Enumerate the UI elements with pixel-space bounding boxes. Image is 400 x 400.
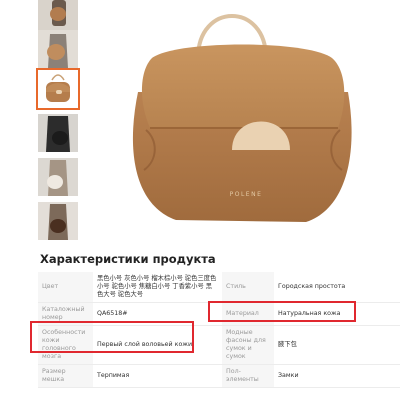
thumbnail-3-image (38, 70, 78, 108)
spec-value: Натуральная кожа (274, 302, 400, 326)
spec-row: Каталожный номер QA6518# Материал Натура… (38, 302, 400, 326)
spec-value: Замки (274, 364, 400, 388)
spec-row: Особенности кожи головного мозга Первый … (38, 325, 400, 365)
thumbnail-2-image (38, 30, 78, 68)
spec-value: Городская простота (274, 272, 400, 303)
spec-value: 黑色小号 灰色小号 榴木棕小号 驼色三度色小号 驼色小号 焦糖白小号 丁香紫小号… (93, 272, 222, 303)
spec-value: Первый слой воловьей кожи (93, 325, 222, 365)
spec-value: 腋下包 (274, 325, 400, 365)
spec-value: QA6518# (93, 302, 222, 326)
spec-key: Размер мешка (38, 364, 93, 388)
specs-title: Характеристики продукта (40, 252, 216, 266)
bag-flap (141, 44, 345, 128)
spec-key: Пол-элементы (222, 364, 274, 388)
thumbnail-4[interactable] (38, 114, 78, 152)
specs-table: Цвет 黑色小号 灰色小号 榴木棕小号 驼色三度色小号 驼色小号 焦糖白小号 … (38, 272, 400, 388)
spec-key: Материал (222, 302, 274, 326)
thumbnail-3[interactable] (36, 68, 80, 110)
spec-key: Цвет (38, 272, 93, 303)
spec-value: Терпимая (93, 364, 222, 388)
spec-row: Размер мешка Терпимая Пол-элементы Замки (38, 364, 400, 388)
thumbnail-1[interactable] (38, 0, 78, 32)
thumbnail-1-image (38, 0, 78, 32)
spec-row: Цвет 黑色小号 灰色小号 榴木棕小号 驼色三度色小号 驼色小号 焦糖白小号 … (38, 272, 400, 303)
thumbnail-5-image (38, 158, 78, 196)
thumbnail-6-image (38, 202, 78, 240)
bag-illustration: POLENE (132, 14, 352, 222)
main-product-image[interactable]: POLENE (86, 0, 400, 238)
brand-mark: POLENE (230, 191, 263, 198)
spec-key: Каталожный номер (38, 302, 93, 326)
thumbnail-2[interactable] (38, 30, 78, 68)
spec-key: Стиль (222, 272, 274, 303)
thumbnail-4-image (38, 114, 78, 152)
spec-key: Модные фасоны для сумок и сумок (222, 325, 274, 365)
spec-key: Особенности кожи головного мозга (38, 325, 93, 365)
thumbnail-5[interactable] (38, 158, 78, 196)
thumbnail-6[interactable] (38, 202, 78, 240)
